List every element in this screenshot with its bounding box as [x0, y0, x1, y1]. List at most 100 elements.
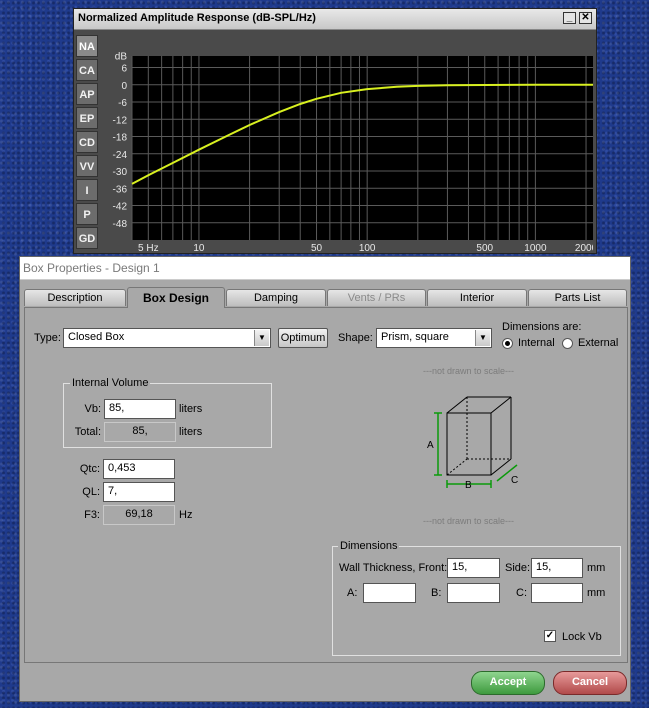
box-design-panel: Type: Closed Box ▼ Optimum Shape: Prism,… [24, 307, 628, 663]
minimize-icon: _ [566, 12, 573, 23]
minimize-button[interactable]: _ [563, 12, 576, 24]
shape-value: Prism, square [381, 331, 449, 343]
side-tab-p[interactable]: P [76, 203, 98, 225]
side-tab-vv[interactable]: VV [76, 155, 98, 177]
external-label: External [578, 337, 619, 349]
qtc-input[interactable]: 0,453 [103, 459, 175, 479]
mm-unit: mm [587, 562, 606, 574]
tab-interior[interactable]: Interior [427, 289, 527, 306]
vb-input[interactable]: 85, [104, 399, 176, 419]
f3-value: 69,18 [103, 505, 175, 525]
b-input[interactable] [447, 583, 500, 603]
side-tab-ep[interactable]: EP [76, 107, 98, 129]
tab-vents-prs[interactable]: Vents / PRs [327, 289, 426, 306]
dimension-b-label: B [465, 480, 472, 491]
dialog-title-bar[interactable]: Box Properties - Design 1 [20, 257, 630, 280]
lock-vb-label: Lock Vb [562, 631, 602, 643]
tab-parts-list[interactable]: Parts List [528, 289, 627, 306]
close-icon: ✕ [581, 12, 590, 23]
internal-volume-group: Internal Volume Vb: 85, liters Total: 85… [63, 377, 272, 448]
x-tick-label: 1000 [524, 243, 547, 253]
external-radio[interactable] [562, 338, 573, 349]
radio-selected-dot [505, 341, 510, 346]
side-input[interactable]: 15, [531, 558, 583, 578]
y-tick-label: -6 [118, 98, 127, 109]
cancel-button[interactable]: Cancel [553, 671, 627, 695]
wall-front-label: Wall Thickness, Front: [339, 562, 448, 574]
box-wireframe [446, 396, 512, 476]
box-properties-dialog: Box Properties - Design 1 Description Bo… [19, 256, 631, 702]
y-tick-label: 6 [121, 64, 127, 75]
not-to-scale-note-bottom: ---not drawn to scale--- [423, 516, 515, 526]
dimensions-are-label: Dimensions are: [502, 321, 582, 333]
side-tab-cd[interactable]: CD [76, 131, 98, 153]
y-tick-label: -24 [113, 150, 128, 161]
dimensions-title: Dimensions [338, 540, 400, 552]
internal-volume-title: Internal Volume [70, 377, 151, 389]
a-label: A: [347, 587, 358, 599]
total-value: 85, [104, 422, 176, 442]
tab-box-design[interactable]: Box Design [127, 287, 225, 308]
dialog-tabs: Description Box Design Damping Vents / P… [24, 287, 628, 308]
x-tick-label: 100 [359, 243, 376, 253]
x-tick-labels: 5 Hz 10 50 100 500 1000 2000 [138, 243, 593, 253]
dialog-title: Box Properties - Design 1 [23, 261, 160, 275]
vb-unit: liters [179, 403, 203, 415]
dimension-c-label: C [511, 475, 518, 486]
qtc-label: Qtc: [79, 463, 100, 475]
x-tick-label: 2000 [575, 243, 593, 253]
type-select[interactable]: Closed Box ▼ [63, 328, 271, 348]
y-tick-label: dB [115, 52, 128, 63]
side-tab-na[interactable]: NA [76, 35, 98, 57]
type-value: Closed Box [68, 331, 125, 343]
chevron-down-icon: ▼ [254, 330, 269, 346]
type-label: Type: [34, 332, 61, 344]
y-tick-label: -12 [113, 115, 128, 126]
vb-label: Vb: [84, 403, 101, 415]
side-tab-ap[interactable]: AP [76, 83, 98, 105]
graph-title-bar[interactable]: Normalized Amplitude Response (dB-SPL/Hz… [74, 9, 596, 30]
tab-description[interactable]: Description [24, 289, 126, 306]
f3-label: F3: [84, 509, 100, 521]
side-tab-ca[interactable]: CA [76, 59, 98, 81]
tab-damping[interactable]: Damping [226, 289, 326, 306]
x-tick-label: 10 [193, 243, 205, 253]
c-input[interactable] [531, 583, 583, 603]
y-tick-label: -30 [113, 167, 128, 178]
shape-label: Shape: [338, 332, 373, 344]
side-label: Side: [505, 562, 531, 574]
wall-front-input[interactable]: 15, [447, 558, 500, 578]
f3-unit: Hz [179, 509, 193, 521]
side-tab-gd[interactable]: GD [76, 227, 98, 249]
ql-input[interactable]: 7, [103, 482, 175, 502]
b-label: B: [431, 587, 442, 599]
y-tick-label: -36 [113, 184, 128, 195]
x-tick-label: 50 [311, 243, 323, 253]
dimensions-group: Dimensions Wall Thickness, Front: 15, Si… [332, 540, 621, 656]
accept-button[interactable]: Accept [471, 671, 545, 695]
graph-title: Normalized Amplitude Response (dB-SPL/Hz… [78, 12, 316, 24]
side-tab-i[interactable]: I [76, 179, 98, 201]
shape-select[interactable]: Prism, square ▼ [376, 328, 492, 348]
a-input[interactable] [363, 583, 416, 603]
internal-label: Internal [518, 337, 555, 349]
x-tick-label: 5 Hz [138, 243, 159, 253]
dimension-a-arrow [434, 412, 442, 476]
not-to-scale-note-top: ---not drawn to scale--- [423, 366, 515, 376]
total-unit: liters [179, 426, 203, 438]
lock-vb-checkbox[interactable]: ✓ [544, 630, 556, 642]
box-diagram: A B C [427, 396, 518, 491]
chevron-down-icon: ▼ [475, 330, 490, 346]
graph-window: Normalized Amplitude Response (dB-SPL/Hz… [73, 8, 597, 254]
close-button[interactable]: ✕ [579, 12, 592, 24]
y-tick-label: 0 [121, 81, 127, 92]
y-tick-labels: dB6 0 -6 -12 -18 -24 -30 -36 -42 -48 [113, 52, 128, 230]
dimension-a-label: A [427, 440, 434, 451]
y-tick-label: -48 [113, 219, 128, 230]
internal-radio[interactable] [502, 338, 513, 349]
y-tick-label: -42 [113, 202, 128, 213]
c-label: C: [516, 587, 527, 599]
optimum-button[interactable]: Optimum [278, 328, 328, 348]
amplitude-response-chart: dB60-6-12-18-24-30-36-42-48 5 Hz 10 50 100 5… [113, 52, 593, 253]
mm-unit-2: mm [587, 587, 606, 599]
